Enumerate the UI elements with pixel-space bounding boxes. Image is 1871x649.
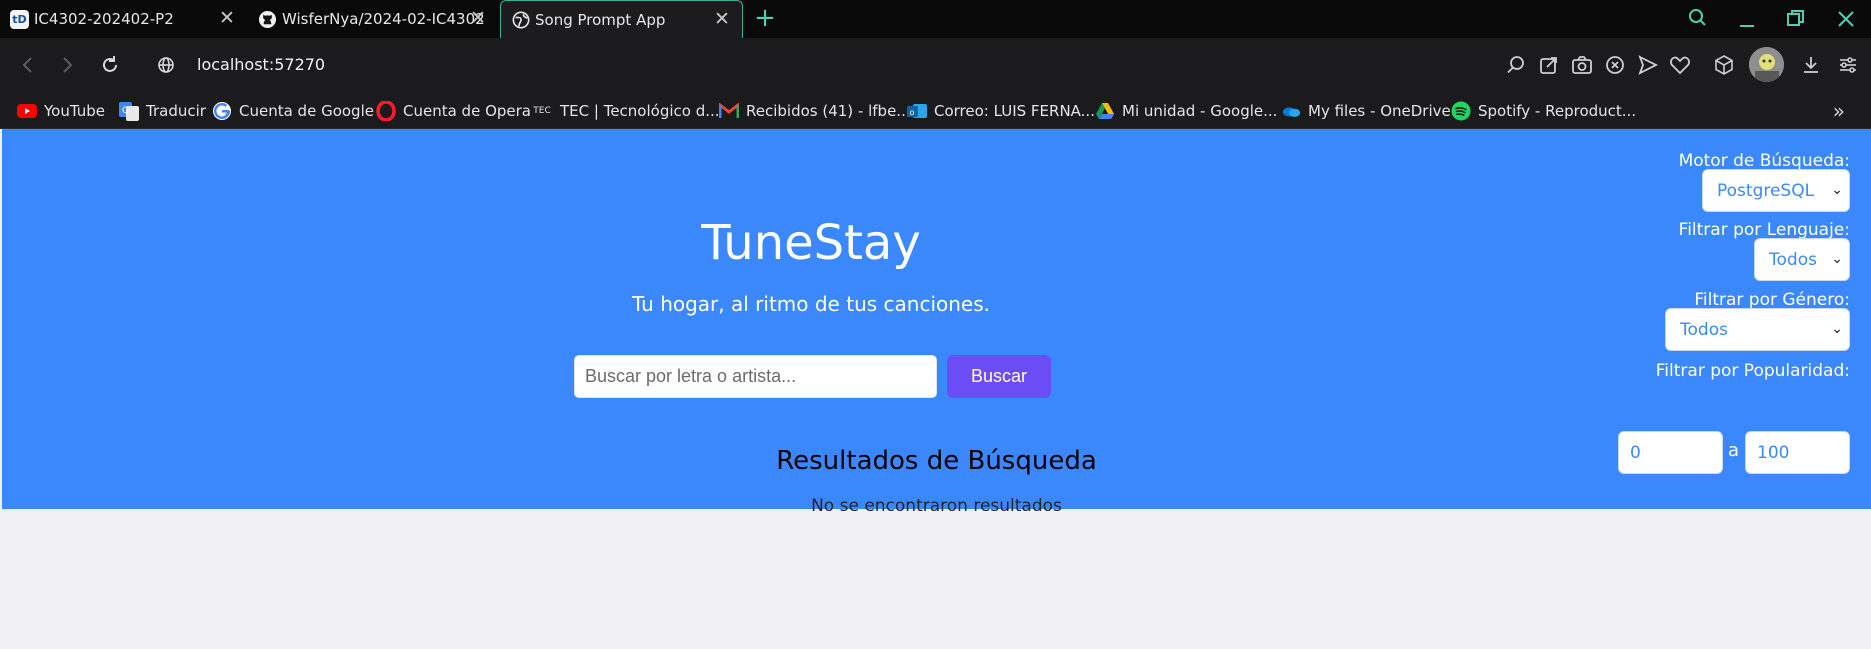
bookmark-label: My files - OneDrive bbox=[1308, 101, 1451, 120]
camera-icon[interactable] bbox=[1570, 53, 1594, 77]
close-window-icon[interactable] bbox=[1830, 4, 1862, 34]
close-tab-icon[interactable]: ✕ bbox=[217, 8, 237, 28]
opera-icon bbox=[376, 100, 396, 121]
lens-search-icon[interactable] bbox=[1504, 53, 1528, 77]
tab-strip: tD IC4302-202402-P2 ✕ WisferNya/2024-02-… bbox=[0, 0, 1871, 38]
language-label: Filtrar por Lenguaje: bbox=[1678, 220, 1850, 240]
app-subtitle: Tu hogar, al ritmo de tus canciones. bbox=[631, 292, 990, 316]
tab-song-prompt-app[interactable]: Song Prompt App ✕ bbox=[500, 0, 743, 38]
bookmark-google-drive[interactable]: Mi unidad - Google... bbox=[1095, 92, 1277, 129]
new-tab-plus-icon[interactable]: + bbox=[753, 5, 777, 31]
bookmark-traducir[interactable]: G Traducir bbox=[119, 92, 206, 129]
bookmark-youtube[interactable]: YouTube bbox=[17, 92, 105, 129]
site-info-globe-icon[interactable] bbox=[153, 52, 179, 78]
tab-title: WisferNya/2024-02-IC4302 bbox=[282, 10, 485, 28]
google-icon bbox=[212, 101, 232, 121]
app-title: TuneStay bbox=[701, 215, 921, 271]
tab-title: Song Prompt App bbox=[535, 10, 666, 29]
back-icon[interactable] bbox=[15, 52, 41, 78]
profile-avatar[interactable] bbox=[1749, 47, 1784, 82]
youtube-icon bbox=[17, 101, 37, 121]
gmail-icon bbox=[719, 101, 739, 121]
bookmark-label: Recibidos (41) - lfbe... bbox=[746, 101, 911, 120]
tab-ic4302[interactable]: tD IC4302-202402-P2 ✕ bbox=[0, 0, 247, 38]
bookmark-label: YouTube bbox=[44, 101, 105, 120]
globe-icon bbox=[511, 10, 530, 29]
bookmark-label: Cuenta de Google bbox=[239, 101, 374, 120]
browser-window: tD IC4302-202402-P2 ✕ WisferNya/2024-02-… bbox=[0, 0, 1871, 649]
genre-select-value: Todos bbox=[1680, 319, 1728, 340]
address-url[interactable]: localhost:57270 bbox=[197, 52, 325, 78]
drive-icon bbox=[1095, 101, 1115, 121]
bookmark-label: Traducir bbox=[146, 101, 206, 120]
bookmark-label: Correo: LUIS FERNA... bbox=[934, 101, 1095, 120]
minimize-icon[interactable] bbox=[1731, 4, 1763, 34]
download-icon[interactable] bbox=[1799, 53, 1823, 77]
send-icon[interactable] bbox=[1636, 53, 1660, 77]
engine-label: Motor de Búsqueda: bbox=[1678, 151, 1850, 171]
search-tabs-icon[interactable] bbox=[1682, 4, 1714, 34]
bookmark-spotify[interactable]: Spotify - Reproduct... bbox=[1451, 92, 1636, 129]
svg-text:G: G bbox=[122, 106, 129, 116]
outlook-icon: o bbox=[907, 101, 927, 121]
tab-title: IC4302-202402-P2 bbox=[34, 10, 174, 28]
language-select[interactable]: Todos ⌄ bbox=[1754, 238, 1850, 281]
genre-select[interactable]: Todos ⌄ bbox=[1665, 308, 1850, 351]
bookmark-onedrive[interactable]: My files - OneDrive bbox=[1281, 92, 1451, 129]
td-icon: tD bbox=[10, 9, 29, 29]
language-select-value: Todos bbox=[1769, 249, 1817, 270]
tec-icon: TEC bbox=[533, 105, 551, 116]
easy-setup-icon[interactable] bbox=[1836, 53, 1860, 77]
genre-label: Filtrar por Género: bbox=[1694, 290, 1850, 310]
bookmark-cuenta-opera[interactable]: Cuenta de Opera bbox=[376, 92, 531, 129]
bookmark-gmail[interactable]: Recibidos (41) - lfbe... bbox=[719, 92, 911, 129]
engine-select-value: PostgreSQL bbox=[1717, 180, 1815, 201]
restore-icon[interactable] bbox=[1779, 4, 1811, 34]
engine-select[interactable]: PostgreSQL ⌄ bbox=[1702, 169, 1850, 212]
tab-github[interactable]: WisferNya/2024-02-IC4302 ✕ bbox=[248, 0, 498, 38]
share-icon[interactable] bbox=[1537, 53, 1561, 77]
chevron-down-icon: ⌄ bbox=[1831, 251, 1843, 267]
reload-icon[interactable] bbox=[97, 52, 123, 78]
bookmarks-overflow-icon[interactable]: » bbox=[1833, 99, 1845, 123]
search-button[interactable]: Buscar bbox=[947, 355, 1051, 398]
chevron-down-icon: ⌄ bbox=[1831, 321, 1843, 337]
adblock-icon[interactable] bbox=[1603, 53, 1627, 77]
bookmark-label: Cuenta de Opera bbox=[403, 101, 531, 120]
heart-icon[interactable] bbox=[1668, 53, 1692, 77]
forward-icon[interactable] bbox=[54, 52, 80, 78]
spotify-icon bbox=[1451, 101, 1471, 121]
bookmark-label: Spotify - Reproduct... bbox=[1478, 101, 1637, 120]
bookmark-cuenta-google[interactable]: Cuenta de Google bbox=[212, 92, 374, 129]
popularity-label: Filtrar por Popularidad: bbox=[1655, 361, 1850, 381]
bookmark-label: TEC | Tecnológico d... bbox=[560, 101, 720, 120]
address-toolbar: localhost:57270 bbox=[0, 38, 1871, 92]
bookmarks-bar: YouTube G Traducir Cuenta de Google Cuen… bbox=[0, 92, 1871, 129]
search-input[interactable] bbox=[574, 355, 937, 398]
chevron-down-icon: ⌄ bbox=[1831, 182, 1843, 198]
svg-text:o: o bbox=[910, 108, 915, 117]
translate-icon: G bbox=[119, 101, 139, 121]
bookmark-tec[interactable]: TEC TEC | Tecnológico d... bbox=[531, 92, 720, 129]
github-icon bbox=[258, 10, 277, 29]
close-tab-icon[interactable]: ✕ bbox=[468, 8, 488, 28]
results-heading: Resultados de Búsqueda bbox=[776, 446, 1097, 476]
close-tab-icon[interactable]: ✕ bbox=[712, 9, 732, 29]
extensions-cube-icon[interactable] bbox=[1712, 53, 1736, 77]
bookmark-outlook[interactable]: o Correo: LUIS FERNA... bbox=[907, 92, 1095, 129]
onedrive-icon bbox=[1281, 101, 1301, 121]
page-viewport: TuneStay Tu hogar, al ritmo de tus canci… bbox=[2, 129, 1871, 649]
results-empty-message: No se encontraron resultados bbox=[811, 496, 1062, 516]
bookmark-label: Mi unidad - Google... bbox=[1122, 101, 1278, 120]
